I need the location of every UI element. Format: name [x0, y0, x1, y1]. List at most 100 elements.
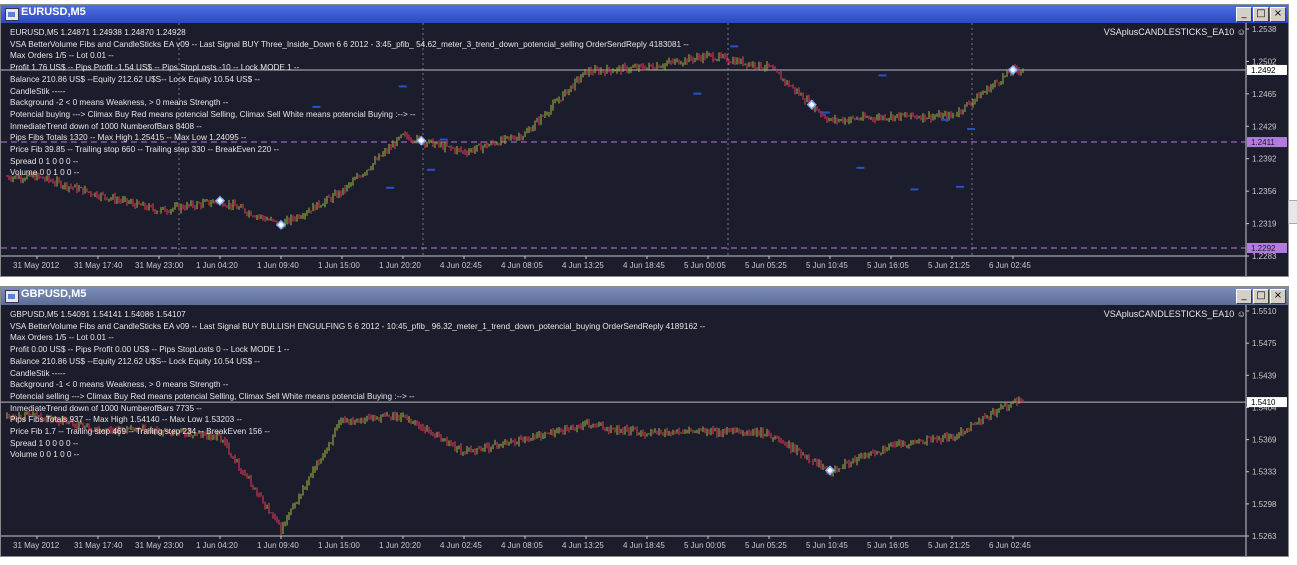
price-label: 1.2356: [1252, 187, 1277, 196]
chart-window-eurusd[interactable]: EURUSD,M5 _ □ × 1.2538 1.2502 1.2465 1.2429…: [0, 4, 1289, 277]
ea-info-line: Pips Fibs Totals 937 -- Max High 1.54140…: [10, 415, 242, 425]
ea-info-panel: GBPUSD,M5 1.54091 1.54141 1.54086 1.5410…: [10, 309, 705, 461]
time-label: 5 Jun 10:45: [806, 541, 848, 550]
time-label: 5 Jun 00:05: [684, 261, 726, 270]
time-label: 6 Jun 02:45: [989, 261, 1031, 270]
ea-info-line: Balance 210.86 US$ --Equity 212.62 U$S--…: [10, 356, 260, 366]
close-button[interactable]: ×: [1270, 7, 1286, 22]
minimize-button[interactable]: _: [1236, 7, 1252, 22]
smiley-icon: ☺: [1236, 27, 1246, 37]
level-price-label: 1.2411: [1251, 138, 1275, 147]
ea-info-line: Max Orders 1/5 -- Lot 0.01 --: [10, 51, 114, 61]
ea-info-line: GBPUSD,M5 1.54091 1.54141 1.54086 1.5410…: [10, 310, 186, 319]
time-label: 31 May 17:40: [74, 541, 123, 550]
price-label: 1.5475: [1252, 339, 1277, 348]
ea-info-line: Volume 0 0 1 0 0 --: [10, 450, 80, 460]
price-label: 1.2319: [1252, 220, 1277, 229]
time-label: 5 Jun 21:25: [928, 541, 970, 550]
time-label: 4 Jun 18:45: [623, 541, 665, 550]
time-label: 31 May 23:00: [135, 261, 184, 270]
signal-marker: [275, 219, 287, 230]
price-label: 1.5298: [1252, 500, 1277, 509]
ea-name-label: VSAplusCANDLESTICKS_EA10 ☺: [1104, 309, 1246, 319]
time-label: 5 Jun 10:45: [806, 261, 848, 270]
time-label: 4 Jun 18:45: [623, 261, 665, 270]
signal-marker: [1007, 64, 1019, 76]
price-label: 1.5263: [1252, 532, 1277, 541]
ea-info-line: VSA BetterVolume Fibs and CandleSticks E…: [10, 321, 706, 331]
ea-info-line: VSA BetterVolume Fibs and CandleSticks E…: [10, 39, 689, 49]
time-label: 5 Jun 05:25: [745, 261, 787, 270]
ea-name-text: VSAplusCANDLESTICKS_EA10: [1103, 27, 1235, 37]
ea-info-line: Background -1 < 0 means Weakness, > 0 me…: [10, 380, 229, 390]
window-scrollbar[interactable]: [1288, 200, 1297, 224]
time-label: 5 Jun 00:05: [684, 541, 726, 550]
close-button[interactable]: ×: [1270, 289, 1286, 304]
chart-window-titlebar[interactable]: EURUSD,M5 _ □ ×: [1, 5, 1288, 23]
ea-info-line: CandleStik -----: [10, 368, 66, 378]
chart-window-gbpusd[interactable]: GBPUSD,M5 _ □ × 1.5510 1.5475 1.5439 1.5404…: [0, 286, 1289, 557]
ea-name-label: VSAplusCANDLESTICKS_EA10 ☺: [1104, 27, 1246, 37]
time-label: 31 May 2012: [13, 541, 60, 550]
chart-window-icon: [5, 8, 19, 21]
time-label: 31 May 2012: [13, 261, 60, 270]
ea-info-line: EURUSD,M5 1.24871 1.24938 1.24870 1.2492…: [10, 28, 186, 37]
maximize-button[interactable]: □: [1253, 289, 1269, 304]
time-label: 1 Jun 09:40: [257, 261, 299, 270]
ea-info-line: Price Fib 39.85 -- Trailing stop 660 -- …: [10, 145, 279, 155]
price-label: 1.5369: [1252, 436, 1277, 445]
price-label: 1.2392: [1252, 155, 1277, 164]
time-label: 1 Jun 15:00: [318, 261, 360, 270]
price-label: 1.5333: [1252, 468, 1277, 477]
time-label: 6 Jun 02:45: [989, 541, 1031, 550]
ea-info-line: Volume 0 0 1 0 0 --: [10, 168, 80, 178]
ea-info-line: Potencial selling ---> Climax Buy Red me…: [10, 391, 415, 401]
ea-info-line: Profit 1.76 US$ -- Pips Profit -1.54 US$…: [10, 63, 300, 73]
chart-window-titlebar[interactable]: GBPUSD,M5 _ □ ×: [1, 287, 1288, 305]
ea-info-line: Spread 1 0 0 0 0 --: [10, 438, 79, 448]
ea-info-line: CandleStik -----: [10, 86, 66, 96]
ea-info-line: Balance 210.86 US$ --Equity 212.62 U$S--…: [10, 74, 260, 84]
minimize-button[interactable]: _: [1236, 289, 1252, 304]
ea-info-line: Profit 0.00 US$ -- Pips Profit 0.00 US$ …: [10, 345, 290, 355]
time-label: 31 May 23:00: [135, 541, 184, 550]
maximize-button[interactable]: □: [1253, 7, 1269, 22]
time-label: 5 Jun 16:05: [867, 541, 909, 550]
time-label: 1 Jun 09:40: [257, 541, 299, 550]
price-chart[interactable]: 1.5510 1.5475 1.5439 1.5404 1.5369 1.5333 1.52…: [1, 305, 1288, 556]
ea-name-text: VSAplusCANDLESTICKS_EA10: [1103, 309, 1235, 319]
price-label: 1.2283: [1252, 252, 1277, 261]
time-label: 4 Jun 13:25: [562, 541, 604, 550]
smiley-icon: ☺: [1236, 309, 1246, 319]
price-label: 1.2538: [1252, 25, 1277, 34]
ea-info-line: Price Fib 1.7 -- Trailing stop 469 -- Tr…: [10, 427, 270, 437]
time-label: 31 May 17:40: [74, 261, 123, 270]
level-price-label: 1.2292: [1251, 244, 1276, 253]
ea-info-panel: EURUSD,M5 1.24871 1.24938 1.24870 1.2492…: [10, 27, 689, 179]
time-label: 4 Jun 02:45: [440, 541, 482, 550]
ea-info-line: Background -2 < 0 means Weakness, > 0 me…: [10, 98, 229, 108]
price-label: 1.5439: [1252, 371, 1277, 380]
ea-info-line: Pips Fibs Totals 1320 -- Max High 1.2541…: [10, 133, 247, 143]
ea-info-line: InmediateTrend down of 1000 NumberofBars…: [10, 403, 202, 413]
time-label: 1 Jun 04:20: [196, 261, 238, 270]
chart-window-title: EURUSD,M5: [21, 6, 86, 18]
time-label: 5 Jun 16:05: [867, 261, 909, 270]
time-label: 5 Jun 05:25: [745, 541, 787, 550]
time-label: 4 Jun 13:25: [562, 261, 604, 270]
ea-info-line: Max Orders 1/5 -- Lot 0.01 --: [10, 333, 114, 343]
current-price-label: 1.5410: [1251, 398, 1276, 407]
ea-info-line: Potencial buying ---> Climax Buy Red mea…: [10, 109, 416, 119]
time-label: 1 Jun 20:20: [379, 261, 421, 270]
time-label: 4 Jun 08:05: [501, 541, 543, 550]
current-price-label: 1.2492: [1251, 66, 1276, 75]
ea-info-line: InmediateTrend down of 1000 NumberofBars…: [10, 121, 202, 131]
time-label: 5 Jun 21:25: [928, 261, 970, 270]
ea-info-line: Spread 0 1 0 0 0 --: [10, 156, 79, 166]
chart-window-title: GBPUSD,M5: [21, 288, 87, 300]
time-label: 1 Jun 15:00: [318, 541, 360, 550]
time-label: 1 Jun 20:20: [379, 541, 421, 550]
chart-window-icon: [5, 290, 19, 303]
price-chart[interactable]: 1.2538 1.2502 1.2465 1.2429 1.2392 1.2356 1.23…: [1, 23, 1288, 276]
time-label: 4 Jun 08:05: [501, 261, 543, 270]
